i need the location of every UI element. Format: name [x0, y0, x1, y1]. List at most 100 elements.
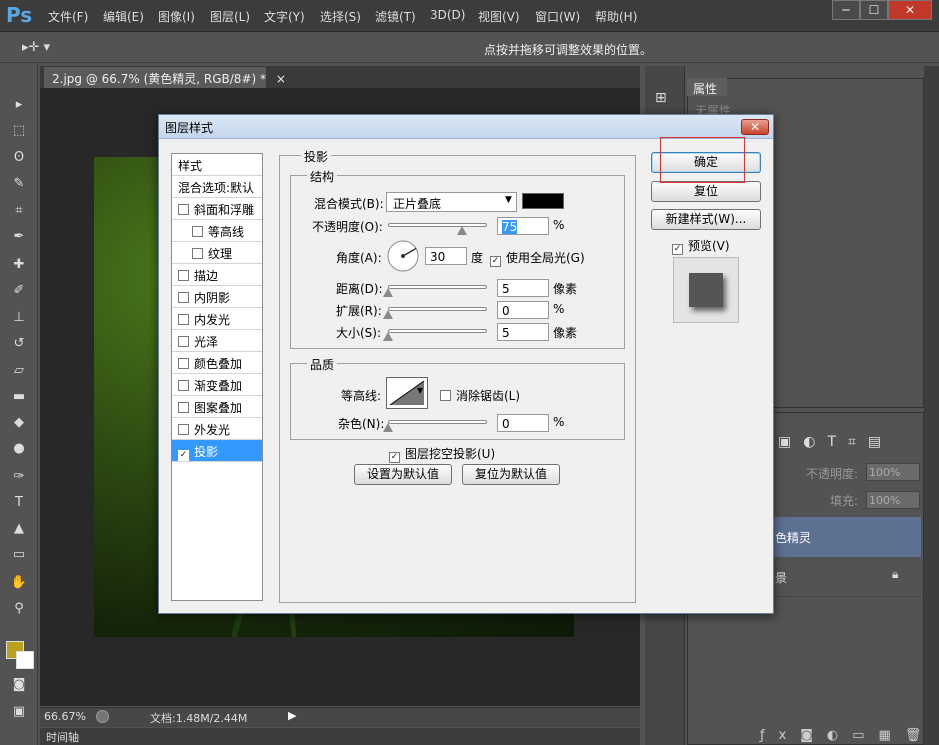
minimize-button[interactable]: ─	[832, 0, 860, 20]
shape-tool-icon[interactable]: ▭	[9, 546, 29, 564]
maximize-button[interactable]: ☐	[860, 0, 888, 20]
style-item[interactable]: 内发光	[172, 308, 262, 330]
blend-options-item[interactable]: 混合选项:默认	[172, 176, 262, 198]
menu-edit[interactable]: 编辑(E)	[103, 8, 144, 25]
size-field[interactable]: 5	[497, 323, 549, 341]
menu-3d[interactable]: 3D(D)	[430, 8, 465, 22]
quick-select-tool-icon[interactable]: ✎	[9, 175, 29, 193]
menu-type[interactable]: 文字(Y)	[264, 8, 305, 25]
distance-field[interactable]: 5	[497, 279, 549, 297]
window-close-button[interactable]: ✕	[888, 0, 932, 20]
menu-help[interactable]: 帮助(H)	[595, 8, 637, 25]
knockout-checkbox[interactable]: ✓ 图层挖空投影(U)	[389, 445, 495, 463]
noise-field[interactable]: 0	[497, 414, 549, 432]
layer-fill-field[interactable]: 100%	[866, 491, 920, 509]
eyedropper-tool-icon[interactable]: ✒	[9, 228, 29, 246]
menu-filter[interactable]: 滤镜(T)	[375, 8, 416, 25]
checkbox-icon[interactable]	[178, 336, 189, 347]
properties-tab[interactable]: 属性	[687, 78, 727, 96]
reset-button[interactable]: 复位	[651, 181, 761, 202]
checkbox-icon[interactable]	[178, 292, 189, 303]
style-item[interactable]: 渐变叠加	[172, 374, 262, 396]
checkbox-icon[interactable]	[178, 380, 189, 391]
layer-panel-footer-icons[interactable]: ƒx◙◐▭▦🗑︎	[760, 728, 935, 743]
quick-mask-icon[interactable]: ◙	[9, 676, 29, 694]
style-item[interactable]: 外发光	[172, 418, 262, 440]
document-tab-close[interactable]: ×	[276, 72, 286, 86]
move-tool-preset-icon[interactable]: ▸✛ ▾	[22, 40, 50, 55]
marquee-tool-icon[interactable]: ⬚	[9, 122, 29, 140]
distance-slider-knob[interactable]	[383, 288, 393, 297]
style-item[interactable]: 光泽	[172, 330, 262, 352]
style-item[interactable]: 等高线	[172, 220, 262, 242]
angle-field[interactable]: 30	[425, 247, 467, 265]
checkbox-icon[interactable]	[178, 270, 189, 281]
layer-opacity-field[interactable]: 100%	[866, 463, 920, 481]
zoom-level[interactable]: 66.67%	[44, 710, 86, 723]
antialias-checkbox[interactable]: 消除锯齿(L)	[440, 387, 520, 404]
checkbox-icon[interactable]: ✓	[178, 450, 189, 461]
opacity-slider[interactable]	[388, 223, 487, 227]
style-item[interactable]: 斜面和浮雕	[172, 198, 262, 220]
spread-slider-knob[interactable]	[383, 310, 393, 319]
spread-slider[interactable]	[388, 307, 487, 311]
menu-window[interactable]: 窗口(W)	[535, 8, 580, 25]
hand-tool-icon[interactable]: ✋	[9, 574, 29, 592]
dodge-tool-icon[interactable]: ●	[9, 440, 29, 458]
new-style-button[interactable]: 新建样式(W)...	[651, 209, 761, 230]
distance-slider[interactable]	[388, 285, 487, 289]
menu-view[interactable]: 视图(V)	[478, 8, 520, 25]
screen-mode-icon[interactable]: ▣	[9, 703, 29, 721]
opacity-field[interactable]: 75	[497, 217, 549, 235]
checkbox-icon[interactable]	[178, 424, 189, 435]
stamp-tool-icon[interactable]: ⊥	[9, 309, 29, 327]
noise-slider-knob[interactable]	[383, 423, 393, 432]
gradient-tool-icon[interactable]: ▬	[9, 388, 29, 406]
blur-tool-icon[interactable]: ◆	[9, 414, 29, 432]
brush-tool-icon[interactable]: ✐	[9, 282, 29, 300]
set-default-button[interactable]: 设置为默认值	[354, 464, 452, 485]
style-item[interactable]: 内阴影	[172, 286, 262, 308]
style-item[interactable]: 图案叠加	[172, 396, 262, 418]
layer-filter-icons[interactable]: ▣◐T⌗▤	[778, 434, 893, 450]
healing-tool-icon[interactable]: ✚	[9, 256, 29, 274]
status-info-icon[interactable]	[96, 710, 109, 723]
style-item[interactable]: 颜色叠加	[172, 352, 262, 374]
menu-select[interactable]: 选择(S)	[320, 8, 361, 25]
shadow-color-swatch[interactable]	[522, 193, 564, 209]
contour-picker[interactable]: ▼	[386, 377, 428, 409]
checkbox-icon[interactable]	[178, 358, 189, 369]
zoom-tool-icon[interactable]: ⚲	[9, 600, 29, 618]
menu-image[interactable]: 图像(I)	[158, 8, 195, 25]
styles-header[interactable]: 样式	[172, 154, 262, 176]
noise-slider[interactable]	[388, 420, 487, 424]
style-item[interactable]: 描边	[172, 264, 262, 286]
eraser-tool-icon[interactable]: ▱	[9, 362, 29, 380]
menu-file[interactable]: 文件(F)	[48, 8, 88, 25]
style-item[interactable]: 纹理	[172, 242, 262, 264]
type-tool-icon[interactable]: T	[9, 494, 29, 512]
checkbox-icon[interactable]	[192, 226, 203, 237]
checkbox-icon[interactable]	[178, 314, 189, 325]
timeline-tab[interactable]: 时间轴	[46, 729, 79, 745]
checkbox-icon[interactable]	[178, 402, 189, 413]
lasso-tool-icon[interactable]: ʘ	[9, 149, 29, 167]
move-tool-icon[interactable]: ▸	[9, 96, 29, 114]
size-slider-knob[interactable]	[383, 332, 393, 341]
reset-default-button[interactable]: 复位为默认值	[462, 464, 560, 485]
checkbox-icon[interactable]	[192, 248, 203, 259]
menu-layer[interactable]: 图层(L)	[210, 8, 250, 25]
background-color-swatch[interactable]	[16, 651, 34, 669]
preview-checkbox[interactable]: ✓ 预览(V)	[672, 237, 730, 255]
global-light-checkbox[interactable]: ✓ 使用全局光(G)	[490, 249, 585, 267]
crop-tool-icon[interactable]: ⌗	[9, 202, 29, 220]
document-tab[interactable]: 2.jpg @ 66.7% (黄色精灵, RGB/8#) * ×	[44, 67, 286, 88]
checkbox-icon[interactable]	[178, 204, 189, 215]
dialog-titlebar[interactable]	[159, 115, 773, 139]
size-slider[interactable]	[388, 329, 487, 333]
opacity-slider-knob[interactable]	[457, 226, 468, 235]
status-arrow-icon[interactable]: ▶	[288, 709, 296, 722]
path-select-tool-icon[interactable]: ▲	[9, 520, 29, 538]
blend-mode-select[interactable]: 正片叠底 ▼	[386, 192, 517, 212]
panel-scrollbar[interactable]	[924, 66, 939, 745]
